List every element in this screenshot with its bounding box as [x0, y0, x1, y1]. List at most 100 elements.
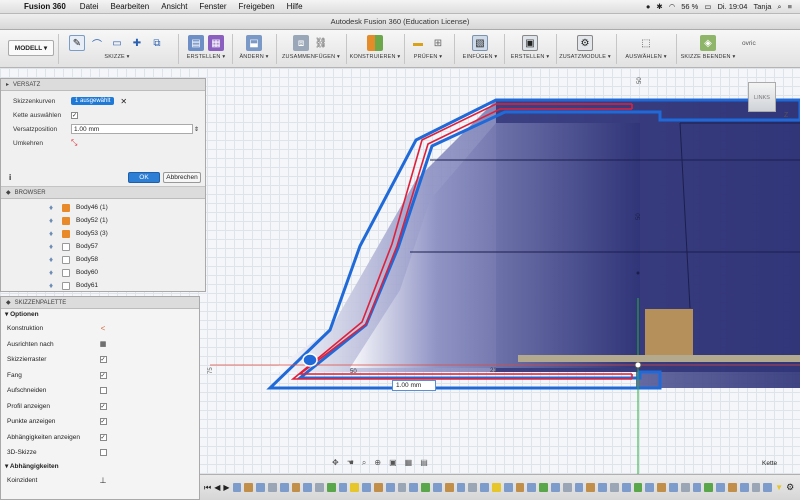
- option-punkte[interactable]: Punkte anzeigen ✓: [1, 414, 199, 430]
- timeline-feature[interactable]: [539, 483, 549, 492]
- timeline-start-icon[interactable]: ⏮: [204, 483, 211, 493]
- battery-text[interactable]: 56 %: [681, 2, 698, 11]
- timeline-feature[interactable]: [468, 483, 478, 492]
- timeline-feature[interactable]: [692, 483, 702, 492]
- timeline-feature[interactable]: [303, 483, 313, 492]
- timeline-feature[interactable]: [256, 483, 265, 492]
- fang-checkbox[interactable]: ✓: [99, 371, 107, 379]
- group-aendern[interactable]: ⬓ ÄNDERN ▾: [236, 32, 272, 66]
- stepper-icon[interactable]: ⇕: [194, 126, 199, 133]
- select-icon[interactable]: ⬚: [638, 35, 654, 51]
- versatzposition-input[interactable]: 1.00 mm: [71, 124, 193, 134]
- browser-item[interactable]: ♦ Body57: [1, 240, 205, 253]
- skizzierraster-checkbox[interactable]: ✓: [99, 356, 107, 364]
- group-zusammenfuegen[interactable]: ⧈ ⛓ ZUSAMMENFÜGEN ▾: [280, 32, 342, 66]
- battery-icon[interactable]: ▭: [704, 2, 711, 11]
- timeline-settings-icon[interactable]: ⚙: [786, 482, 794, 493]
- menu-bearbeiten[interactable]: Bearbeiten: [104, 2, 155, 11]
- timeline-feature[interactable]: [527, 483, 537, 492]
- group-skizze-beenden[interactable]: ◈ SKIZZE BEENDEN ▾: [680, 32, 736, 66]
- user-name[interactable]: Tanja: [753, 2, 771, 11]
- option-fang[interactable]: Fang ✓: [1, 368, 199, 384]
- group-erstellen-2[interactable]: ▣ ERSTELLEN ▾: [508, 32, 552, 66]
- visibility-bulb-icon[interactable]: ♦: [49, 203, 56, 212]
- timeline-feature[interactable]: [645, 483, 655, 492]
- orbit-icon[interactable]: ✥: [332, 458, 339, 470]
- timeline-feature[interactable]: [669, 483, 678, 492]
- timeline-feature[interactable]: [562, 483, 572, 492]
- palette-collapse-icon[interactable]: ◆: [6, 297, 11, 309]
- group-skizze[interactable]: ✎ ⌒ ▭ ✚ ⧉ SKIZZE ▾: [62, 32, 172, 66]
- timeline-feature[interactable]: [315, 483, 324, 492]
- timeline-feature[interactable]: [551, 483, 560, 492]
- options-section[interactable]: ▾ Optionen: [1, 309, 199, 321]
- timeline-feature[interactable]: [409, 483, 419, 492]
- app-menu[interactable]: Fusion 360: [22, 2, 74, 11]
- constraint-koinzident[interactable]: Koinzident ⊥: [1, 473, 199, 489]
- measure-icon[interactable]: ▬: [410, 35, 426, 51]
- timeline-feature[interactable]: [657, 483, 666, 492]
- timeline-feature[interactable]: [291, 483, 301, 492]
- timeline-feature[interactable]: [492, 483, 501, 492]
- option-aufschneiden[interactable]: Aufschneiden: [1, 383, 199, 399]
- notification-center-icon[interactable]: ≡: [788, 2, 792, 11]
- spotlight-icon[interactable]: ⌕: [777, 2, 781, 12]
- timeline-feature[interactable]: [338, 483, 348, 492]
- new-component-icon[interactable]: ⧈: [293, 35, 309, 51]
- timeline-feature[interactable]: [680, 483, 690, 492]
- timeline-feature[interactable]: [704, 483, 714, 492]
- form-icon[interactable]: ▦: [208, 35, 224, 51]
- scripts-icon[interactable]: ⚙: [577, 35, 593, 51]
- timeline-play-icon[interactable]: ▶: [223, 483, 229, 492]
- clear-selection-icon[interactable]: ✕: [120, 97, 127, 106]
- skizzenkurven-selection[interactable]: 1 ausgewählt: [71, 97, 115, 105]
- timeline-feature[interactable]: [716, 483, 725, 492]
- rectangle-icon[interactable]: ▭: [109, 35, 125, 51]
- menu-datei[interactable]: Datei: [74, 2, 105, 11]
- abhaengigkeiten-checkbox[interactable]: ✓: [99, 433, 107, 441]
- ok-button[interactable]: OK: [128, 172, 160, 183]
- menu-ansicht[interactable]: Ansicht: [155, 2, 193, 11]
- line-icon[interactable]: ⌒: [89, 35, 105, 51]
- grid-settings-icon[interactable]: ▦: [405, 458, 413, 470]
- user-account-tail[interactable]: ovric: [742, 40, 756, 47]
- sketch-create-icon[interactable]: ✎: [69, 35, 85, 51]
- display-settings-icon[interactable]: ▣: [389, 458, 397, 470]
- timeline-feature[interactable]: [232, 483, 242, 492]
- visibility-bulb-icon[interactable]: ♦: [49, 216, 56, 225]
- group-erstellen[interactable]: ▤ ▦ ERSTELLEN ▾: [184, 32, 228, 66]
- timeline-feature[interactable]: [456, 483, 466, 492]
- stop-sketch-icon[interactable]: ◈: [700, 35, 716, 51]
- timeline-feature[interactable]: [350, 483, 360, 492]
- timeline-feature[interactable]: [503, 483, 513, 492]
- timeline-feature[interactable]: [621, 483, 631, 492]
- group-pruefen[interactable]: ▬ ⊞ PRÜFEN ▾: [408, 32, 448, 66]
- offset-handle[interactable]: [302, 353, 318, 367]
- group-zusatzmodule[interactable]: ⚙ ZUSATZMODULE ▾: [558, 32, 612, 66]
- profil-checkbox[interactable]: ✓: [99, 402, 107, 410]
- option-skizzierraster[interactable]: Skizzierraster ✓: [1, 352, 199, 368]
- timeline-feature[interactable]: [633, 483, 643, 492]
- interference-icon[interactable]: ⊞: [430, 35, 446, 51]
- timeline-feature[interactable]: [279, 483, 289, 492]
- extrude-icon[interactable]: ▤: [188, 35, 204, 51]
- timeline-feature[interactable]: [739, 483, 749, 492]
- cancel-button[interactable]: Abbrechen: [163, 172, 201, 183]
- timeline-feature[interactable]: [727, 483, 737, 492]
- option-profil[interactable]: Profil anzeigen ✓: [1, 399, 199, 415]
- browser-item[interactable]: ♦ Body46 (1): [1, 201, 205, 214]
- insert-image-icon[interactable]: ▧: [472, 35, 488, 51]
- visibility-bulb-icon[interactable]: ♦: [49, 229, 56, 238]
- browser-collapse-icon[interactable]: ◆: [6, 187, 11, 199]
- timeline-feature[interactable]: [586, 483, 596, 492]
- browser-item[interactable]: ♦ Body60: [1, 266, 205, 279]
- flip-icon[interactable]: ⤡: [71, 138, 77, 148]
- timeline-feature[interactable]: [515, 483, 525, 492]
- browser-item[interactable]: ♦ Body61: [1, 279, 205, 292]
- timeline-feature[interactable]: [751, 483, 761, 492]
- bluetooth-icon[interactable]: ✱: [656, 2, 662, 11]
- wifi-icon[interactable]: ◠: [669, 2, 676, 11]
- timeline-feature[interactable]: [444, 483, 454, 492]
- timeline-feature[interactable]: [433, 483, 442, 492]
- group-einfuegen[interactable]: ▧ EINFÜGEN ▾: [460, 32, 500, 66]
